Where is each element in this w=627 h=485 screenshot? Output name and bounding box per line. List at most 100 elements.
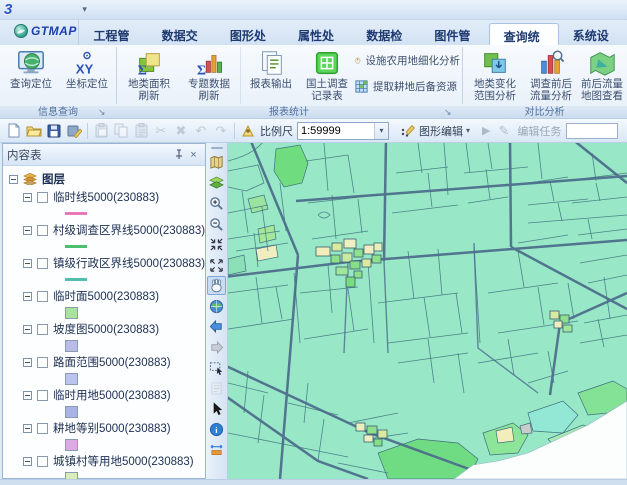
svg-text:Σ: Σ <box>138 62 147 78</box>
application-window: 3 ▾ GTMAP 工程管理 数据交换 图形处理 属性处理 数据检查 图件管理 … <box>0 0 627 485</box>
tab-map-manage[interactable]: 图件管理 <box>420 23 488 60</box>
facility-analysis-icon <box>355 57 361 64</box>
layer-checkbox[interactable] <box>37 356 48 368</box>
layer-row[interactable]: 临时线5000(230883) <box>9 188 205 206</box>
expander-icon[interactable] <box>23 324 32 334</box>
layer-row[interactable]: 坡度图5000(230883) <box>9 320 205 338</box>
copy-button[interactable] <box>111 121 131 141</box>
expander-icon[interactable] <box>23 192 32 202</box>
thematic-refresh-button[interactable]: Σ 专题数据刷新 <box>180 47 238 104</box>
main-area: 内容表 × 图层 临时线5000(230883) 村级调查区界线5000(230… <box>0 138 627 484</box>
forward-button[interactable] <box>207 338 226 357</box>
scale-label: 比例尺 <box>260 125 293 138</box>
tab-data-exchange[interactable]: 数据交换 <box>148 23 216 60</box>
tab-project-manage[interactable]: 工程管理 <box>79 23 147 60</box>
zoom-extent-out-button[interactable] <box>207 256 226 275</box>
layer-checkbox[interactable] <box>37 257 48 269</box>
close-icon[interactable]: × <box>186 147 201 162</box>
layer-row[interactable]: 临时面5000(230883) <box>9 287 205 305</box>
quick-access-caret-icon[interactable]: ▾ <box>82 4 87 15</box>
layer-row[interactable]: 路面范围5000(230883) <box>9 353 205 371</box>
query-locate-button[interactable]: 查询定位 <box>2 47 60 104</box>
layer-checkbox[interactable] <box>37 290 48 302</box>
open-button[interactable] <box>24 121 44 141</box>
tab-attribute-process[interactable]: 属性处理 <box>284 23 352 60</box>
pan-hand-button[interactable] <box>207 276 226 295</box>
flow-map-view-button[interactable]: 前后流量地图查看 <box>578 47 626 104</box>
graphic-edit-dropdown[interactable]: 图形编辑 ▾ <box>397 122 474 140</box>
fill-symbol <box>65 372 78 385</box>
full-extent-globe-button[interactable] <box>207 297 226 316</box>
expander-icon[interactable] <box>23 423 32 433</box>
layer-row[interactable]: 耕地等别5000(230883) <box>9 419 205 437</box>
expander-icon[interactable] <box>9 174 18 184</box>
reserve-extract-button[interactable]: 提取耕地后备资源 <box>352 75 460 97</box>
toolbar-grip[interactable] <box>210 147 223 149</box>
select-rectangle-button[interactable] <box>207 358 226 377</box>
zoom-extent-in-button[interactable] <box>207 235 226 254</box>
add-bookmark-button[interactable] <box>238 121 258 141</box>
area-refresh-button[interactable]: Σ 地类面积刷新 <box>120 47 178 104</box>
map-view[interactable] <box>223 138 627 481</box>
symbol-row <box>9 437 205 452</box>
layer-checkbox[interactable] <box>37 191 48 203</box>
save-button[interactable] <box>44 121 64 141</box>
chevron-down-icon: ▾ <box>466 126 471 135</box>
layer-checkbox[interactable] <box>37 455 48 467</box>
new-document-button[interactable] <box>4 121 24 141</box>
pin-icon[interactable] <box>171 147 186 162</box>
expander-icon[interactable] <box>23 291 32 301</box>
change-range-button[interactable]: 地类变化范围分析 <box>468 47 522 104</box>
paste-button[interactable] <box>91 121 111 141</box>
layers-button[interactable] <box>207 174 226 193</box>
layer-row[interactable]: 村级调查区界线5000(230883) <box>9 221 205 239</box>
zoom-in-button[interactable] <box>207 194 226 213</box>
expander-icon[interactable] <box>23 390 32 400</box>
save-edit-button[interactable] <box>64 121 84 141</box>
tab-query-statistics[interactable]: 查询统计 <box>488 23 559 61</box>
coord-locate-button[interactable]: XY 坐标定位 <box>58 47 116 104</box>
layer-checkbox[interactable] <box>37 323 48 335</box>
facility-analysis-button[interactable]: 设施农用地细化分析 <box>352 49 460 71</box>
measure-land-button[interactable] <box>207 440 226 459</box>
delete-button[interactable]: ✖ <box>171 121 191 141</box>
expander-icon[interactable] <box>23 357 32 367</box>
group-launcher-icon[interactable]: ↘ <box>444 107 452 118</box>
tab-graphic-process[interactable]: 图形处理 <box>216 23 284 60</box>
layer-checkbox[interactable] <box>37 422 48 434</box>
graphic-edit-label: 图形编辑 <box>419 125 463 138</box>
zoom-out-button[interactable] <box>207 215 226 234</box>
layer-label: 村级调查区界线5000(230883) <box>53 225 206 237</box>
paste-special-button[interactable] <box>131 121 151 141</box>
identify-info-button[interactable]: i <box>207 420 226 439</box>
layer-checkbox[interactable] <box>37 224 48 236</box>
redo-button[interactable]: ↷ <box>211 121 231 141</box>
edit-task-input[interactable] <box>566 122 619 139</box>
layer-label: 城镇村等用地5000(230883) <box>53 456 194 468</box>
tree-root-row[interactable]: 图层 <box>9 170 205 188</box>
survey-record-button[interactable]: 国土调查记录表 <box>298 47 356 104</box>
layer-row[interactable]: 镇级行政区界线5000(230883) <box>9 254 205 272</box>
button-label: 国土调查记录表 <box>306 78 348 102</box>
start-edit-icon[interactable]: ▶ <box>482 124 490 137</box>
select-arrow-button[interactable] <box>207 399 226 418</box>
cut-button[interactable]: ✂ <box>151 121 171 141</box>
expander-icon[interactable] <box>23 456 32 466</box>
layer-row[interactable]: 临时用地5000(230883) <box>9 386 205 404</box>
tab-system-settings[interactable]: 系统设置 <box>559 23 627 60</box>
export-map-button[interactable] <box>207 153 226 172</box>
scale-dropdown-icon[interactable]: ▾ <box>374 122 388 139</box>
sketch-edit-icon[interactable]: ✎ <box>498 123 509 139</box>
layer-checkbox[interactable] <box>37 389 48 401</box>
back-button[interactable] <box>207 317 226 336</box>
layer-row[interactable]: 城镇村等用地5000(230883) <box>9 452 205 470</box>
attribute-table-button[interactable] <box>207 379 226 398</box>
tab-data-check[interactable]: 数据检查 <box>352 23 420 60</box>
scale-input[interactable] <box>298 122 374 139</box>
group-launcher-icon[interactable]: ↘ <box>98 107 106 118</box>
expander-icon[interactable] <box>23 258 32 268</box>
expander-icon[interactable] <box>23 225 32 235</box>
flow-analysis-button[interactable]: 调查前后流量分析 <box>524 47 578 104</box>
report-output-button[interactable]: 报表输出 <box>244 47 298 104</box>
undo-button[interactable]: ↶ <box>191 121 211 141</box>
